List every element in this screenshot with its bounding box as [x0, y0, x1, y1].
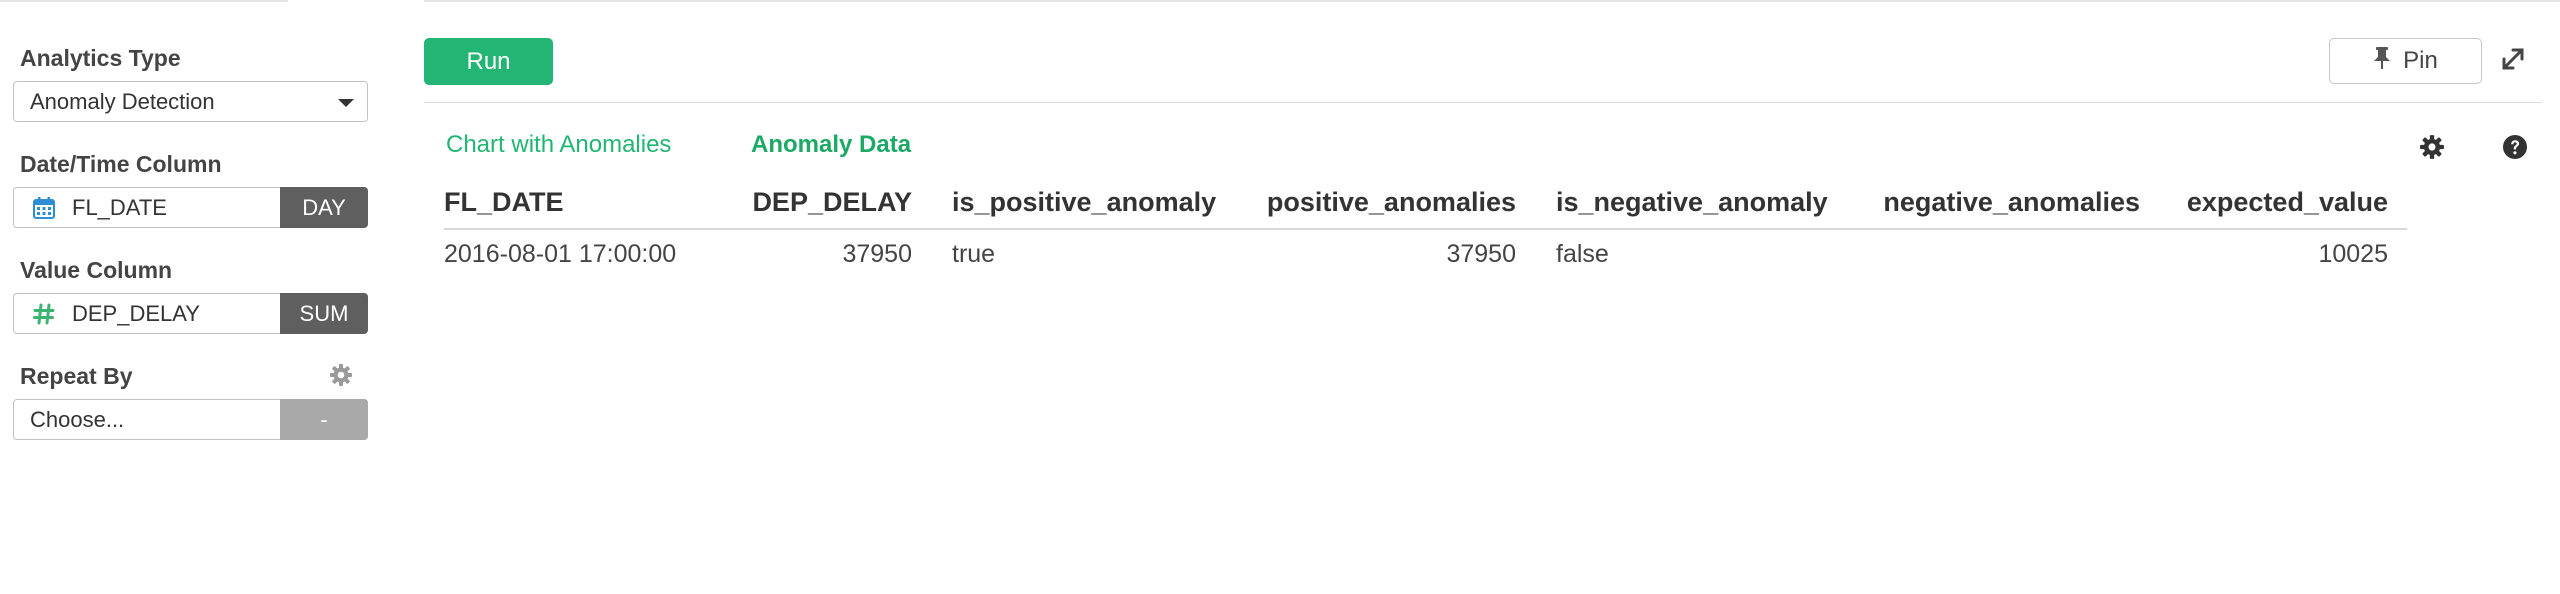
pin-button[interactable]: Pin	[2329, 38, 2482, 84]
calendar-icon	[32, 196, 66, 220]
column-header[interactable]: positive_anomalies	[1267, 187, 1516, 218]
column-header[interactable]: FL_DATE	[444, 187, 564, 218]
column-header[interactable]: is_positive_anomaly	[952, 187, 1216, 218]
toolbar-divider	[424, 102, 2542, 103]
pin-icon	[2373, 46, 2403, 76]
datetime-column-value: FL_DATE	[72, 194, 167, 220]
gear-icon[interactable]	[329, 363, 353, 392]
column-header[interactable]: is_negative_anomaly	[1556, 187, 1828, 218]
repeat-by-clear-button[interactable]: -	[280, 399, 368, 440]
expand-icon[interactable]	[2500, 46, 2526, 77]
analytics-type-value: Anomaly Detection	[30, 88, 215, 114]
repeat-by-value: Choose...	[30, 406, 125, 432]
column-header[interactable]: DEP_DELAY	[752, 187, 912, 218]
datetime-column-label: Date/Time Column	[20, 151, 222, 177]
sidebar: Analytics Type Anomaly Detection Date/Ti…	[0, 0, 390, 594]
column-header[interactable]: negative_anomalies	[1883, 187, 2140, 218]
settings-gear-icon[interactable]	[2419, 134, 2445, 165]
table-cell: 2016-08-01 17:00:00	[444, 240, 677, 268]
aggregation-button[interactable]: SUM	[280, 293, 368, 334]
hash-icon	[32, 302, 66, 326]
table-cell: 37950	[1446, 240, 1516, 268]
table-cell: true	[952, 240, 996, 268]
help-icon[interactable]	[2502, 134, 2528, 165]
tab-chart-with-anomalies[interactable]: Chart with Anomalies	[446, 131, 671, 159]
value-column-field[interactable]: DEP_DELAY SUM	[13, 293, 368, 334]
repeat-by-select[interactable]: Choose... -	[13, 399, 368, 440]
datetime-column-field[interactable]: FL_DATE DAY	[13, 187, 368, 228]
run-button[interactable]: Run	[424, 38, 553, 85]
table-cell: 10025	[2318, 240, 2388, 268]
column-header[interactable]: expected_value	[2187, 187, 2388, 218]
datetime-unit-button[interactable]: DAY	[280, 187, 368, 228]
value-column-value: DEP_DELAY	[72, 300, 200, 326]
chevron-down-icon	[338, 99, 354, 107]
analytics-type-label: Analytics Type	[20, 45, 181, 71]
pin-label: Pin	[2403, 47, 2438, 74]
repeat-by-label: Repeat By	[20, 363, 133, 389]
table-cell: false	[1556, 240, 1609, 268]
tab-anomaly-data[interactable]: Anomaly Data	[751, 131, 911, 159]
analytics-type-select[interactable]: Anomaly Detection	[13, 81, 368, 122]
table-header-divider	[444, 228, 2407, 230]
table-cell: 37950	[842, 240, 912, 268]
value-column-label: Value Column	[20, 257, 173, 283]
